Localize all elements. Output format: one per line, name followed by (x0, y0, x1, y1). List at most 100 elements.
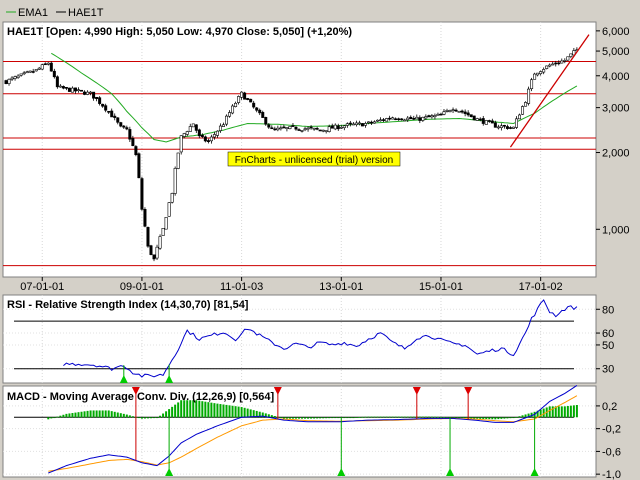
candle-body (282, 126, 286, 129)
macd-histogram-bar (388, 416, 391, 418)
macd-histogram-bar (424, 416, 427, 418)
candle-body (421, 116, 425, 121)
candle-body (445, 110, 449, 112)
macd-histogram-bar (409, 416, 412, 418)
candle-body (327, 126, 331, 132)
candle-body (188, 126, 192, 132)
candle-body (460, 110, 464, 113)
macd-histogram-bar (557, 406, 560, 418)
macd-histogram-bar (518, 416, 521, 418)
macd-histogram-bar (294, 417, 297, 419)
candle-body (400, 118, 404, 121)
macd-histogram-bar (216, 403, 219, 418)
macd-histogram-bar (288, 417, 291, 419)
candle-body (511, 126, 515, 129)
candle-body (493, 122, 497, 128)
macd-histogram-bar (482, 417, 485, 419)
candle-body (285, 127, 289, 129)
price-y-tick-label: 5,000 (602, 46, 630, 58)
macd-histogram-bar (119, 413, 122, 418)
candle-body (376, 119, 380, 122)
candle-body (469, 114, 473, 117)
candle-body (385, 118, 389, 122)
macd-histogram-bar (59, 415, 62, 418)
candle-body (191, 123, 195, 128)
macd-y-tick-label: -0,6 (602, 446, 621, 458)
candle-body (19, 73, 23, 76)
macd-histogram-bar (153, 417, 156, 419)
candle-body (28, 70, 32, 73)
candle-body (487, 120, 491, 122)
candle-body (52, 70, 56, 78)
macd-histogram-bar (80, 411, 83, 418)
candle-body (508, 127, 512, 129)
macd-histogram-bar (391, 416, 394, 418)
candle-body (433, 115, 437, 118)
candle-body (333, 124, 337, 130)
candle-body (418, 117, 422, 121)
macd-histogram-bar (307, 417, 310, 419)
rsi-y-tick-label: 80 (602, 304, 614, 316)
macd-histogram-bar (328, 417, 331, 419)
macd-histogram-bar (515, 417, 518, 418)
candle-body (185, 131, 189, 135)
macd-histogram-bar (279, 417, 282, 419)
candle-body (249, 98, 253, 103)
macd-y-axis: 0,2 -0,2 -0,6 -1,0 (596, 401, 621, 480)
price-y-tick-label: 4,000 (602, 71, 630, 83)
candle-body (336, 125, 340, 130)
macd-histogram-bar (397, 416, 400, 418)
candle-body (10, 77, 14, 80)
candle-body (454, 109, 458, 112)
candle-body (366, 121, 370, 124)
candle-body (315, 128, 319, 130)
macd-histogram-bar (298, 417, 300, 419)
candle-body (98, 97, 102, 104)
candle-body (439, 113, 443, 116)
candle-body (388, 117, 392, 120)
macd-histogram-bar (159, 415, 162, 418)
candle-body (505, 126, 509, 129)
candle-body (397, 118, 401, 121)
candle-body (545, 65, 549, 69)
macd-histogram-bar (379, 416, 382, 418)
candle-body (86, 91, 90, 95)
candle-body (363, 123, 367, 126)
candle-body (288, 126, 292, 129)
candle-body (360, 123, 364, 127)
candle-body (436, 113, 440, 116)
candle-body (80, 89, 84, 92)
macd-histogram-bar (485, 417, 488, 420)
macd-histogram-bar (331, 417, 334, 419)
candle-body (279, 127, 283, 130)
candle-body (273, 128, 277, 131)
candle-body (164, 217, 168, 230)
macd-histogram-bar (131, 416, 134, 418)
candle-body (466, 112, 470, 116)
candle-body (176, 152, 180, 169)
rsi-y-tick-label: 50 (602, 340, 614, 352)
macd-histogram-bar (110, 411, 113, 418)
candle-body (409, 116, 413, 120)
macd-histogram-bar (95, 410, 98, 418)
rsi-panel: RSI - Relative Strength Index (14,30,70)… (2, 294, 614, 384)
candle-body (339, 126, 343, 129)
candle-body (206, 140, 210, 142)
macd-histogram-bar (382, 416, 385, 418)
macd-histogram-bar (497, 417, 500, 420)
candle-body (104, 105, 108, 111)
candle-body (55, 76, 59, 88)
macd-histogram-bar (403, 416, 406, 418)
macd-histogram-bar (521, 415, 524, 418)
candle-body (521, 106, 525, 115)
candle-body (318, 129, 322, 132)
macd-histogram-bar (107, 410, 110, 418)
candle-body (448, 110, 452, 113)
candle-body (533, 73, 537, 80)
macd-histogram-bar (400, 416, 403, 418)
macd-histogram-bar (234, 406, 237, 418)
macd-histogram-bar (301, 417, 304, 419)
macd-histogram-bar (168, 409, 171, 418)
candle-body (243, 92, 247, 100)
macd-histogram-bar (446, 417, 449, 418)
